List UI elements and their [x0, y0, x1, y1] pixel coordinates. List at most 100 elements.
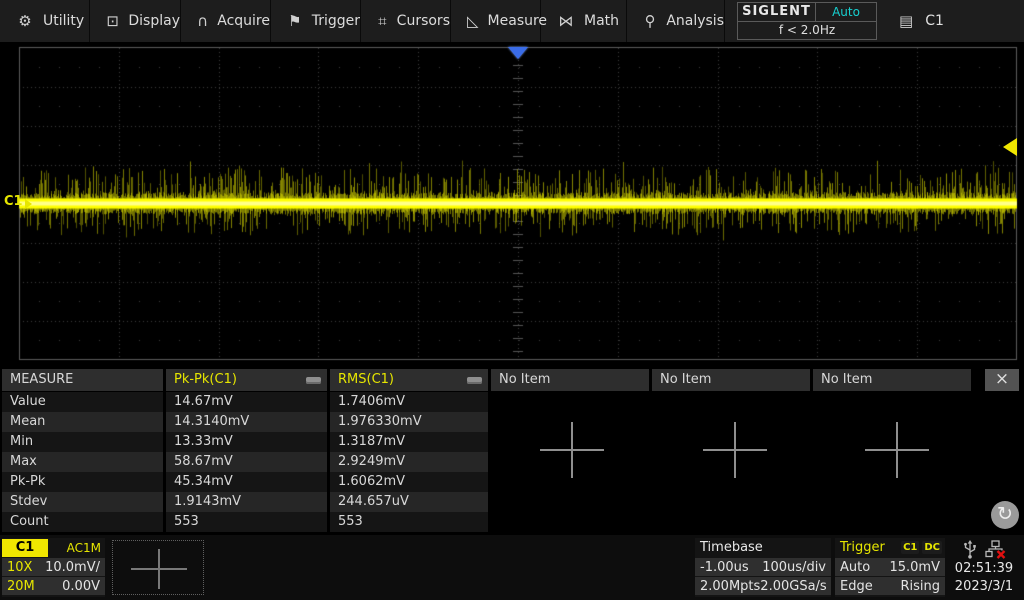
pkpk-mean: 14.3140mV — [166, 412, 327, 432]
add-measurement-button[interactable] — [540, 422, 604, 478]
trigger-panel[interactable]: Trigger C1 DC Auto 15.0mV Edge Rising — [835, 538, 945, 597]
waveform-canvas[interactable] — [0, 45, 1024, 368]
remove-measurement-icon[interactable] — [306, 377, 321, 384]
vertical-offset: 0.00V — [62, 579, 100, 594]
list-icon: ▤ — [899, 12, 913, 30]
rms-min: 1.3187mV — [330, 432, 488, 452]
memory-depth: 2.00Mpts — [700, 579, 760, 594]
usb-icon — [963, 540, 977, 559]
row-label: Stdev — [2, 492, 163, 512]
channel1-badge[interactable]: C1 — [2, 539, 48, 557]
menu-label: Utility — [43, 13, 84, 29]
table-row: Stdev 1.9143mV 244.657uV — [0, 492, 1024, 512]
menu-item-measure[interactable]: ◺ Measure — [451, 0, 541, 42]
close-measure-panel-button[interactable]: × — [985, 369, 1019, 391]
table-row: Count 553 553 — [0, 512, 1024, 532]
measure-col2-header[interactable]: RMS(C1) — [330, 369, 488, 391]
menu-label: Math — [584, 13, 619, 29]
acquisition-status-box: SIGLENT Auto f < 2.0Hz — [737, 2, 877, 40]
vertical-scale: 10.0mV/ — [45, 560, 100, 575]
row-label: Value — [2, 392, 163, 412]
rms-count: 553 — [330, 512, 488, 532]
channel-arrow-icon — [25, 199, 32, 209]
measure-empty-slot[interactable]: No Item — [652, 369, 810, 391]
pkpk-stdev: 1.9143mV — [166, 492, 327, 512]
pkpk-count: 553 — [166, 512, 327, 532]
timebase-title: Timebase — [695, 538, 831, 557]
channel-menu-label: C1 — [925, 13, 944, 29]
timebase-scale: 100us/div — [762, 560, 826, 575]
trigger-delay: -1.00us — [700, 560, 749, 575]
trigger-type: Edge — [840, 579, 873, 594]
measure-col1-header[interactable]: Pk-Pk(C1) — [166, 369, 327, 391]
rms-pkpk: 1.6062mV — [330, 472, 488, 492]
clock-date: 2023/3/1 — [955, 578, 1013, 596]
menu-label: Acquire — [217, 13, 270, 29]
measurement-panel: MEASURE Pk-Pk(C1) RMS(C1) No Item No Ite… — [0, 366, 1024, 535]
ruler-icon: ◺ — [467, 12, 479, 30]
add-measurement-button[interactable] — [703, 422, 767, 478]
channel-offset-marker[interactable]: C1 — [4, 193, 32, 209]
remove-measurement-icon[interactable] — [467, 377, 482, 384]
display-icon: ⊡ — [106, 12, 119, 30]
menu-bar: ⚙ Utility ⊡ Display ∩ Acquire ⚑ Trigger … — [0, 0, 1024, 42]
cursors-grid-icon: ⌗ — [377, 12, 388, 30]
table-row: Value 14.67mV 1.7406mV — [0, 392, 1024, 412]
sample-rate: 2.00GSa/s — [760, 579, 826, 594]
trigger-level: 15.0mV — [889, 560, 940, 575]
menu-item-analysis[interactable]: ⚲ Analysis — [627, 0, 725, 42]
bandwidth-limit: 20M — [7, 579, 35, 594]
trigger-slope: Rising — [900, 579, 940, 594]
pkpk-value: 14.67mV — [166, 392, 327, 412]
menu-item-display[interactable]: ⊡ Display — [90, 0, 181, 42]
menu-item-acquire[interactable]: ∩ Acquire — [181, 0, 271, 42]
timebase-panel[interactable]: Timebase -1.00us 100us/div 2.00Mpts 2.00… — [695, 538, 831, 597]
rms-stdev: 244.657uV — [330, 492, 488, 512]
measure-empty-slot[interactable]: No Item — [491, 369, 649, 391]
measure-col2-label: RMS(C1) — [338, 372, 394, 387]
waveform-display: C1 — [0, 45, 1024, 368]
analysis-icon: ⚲ — [643, 12, 657, 30]
flag-icon: ⚑ — [287, 12, 303, 30]
rms-value: 1.7406mV — [330, 392, 488, 412]
trigger-source-badge: C1 — [901, 541, 919, 554]
menu-item-cursors[interactable]: ⌗ Cursors — [361, 0, 451, 42]
add-measurement-button[interactable] — [865, 422, 929, 478]
siglent-logo: SIGLENT — [738, 3, 816, 21]
menu-item-math[interactable]: ⋈ Math — [541, 0, 627, 42]
clock-time: 02:51:39 — [955, 560, 1013, 578]
measure-header-row: MEASURE Pk-Pk(C1) RMS(C1) No Item No Ite… — [0, 369, 1024, 391]
menu-label: Trigger — [312, 13, 360, 29]
channel1-panel[interactable]: C1 AC1M 10X 10.0mV/ 20M 0.00V — [2, 538, 105, 597]
rms-mean: 1.976330mV — [330, 412, 488, 432]
trigger-title: Trigger — [840, 540, 885, 555]
system-status-area: 02:51:39 2023/3/1 — [948, 538, 1020, 597]
row-label: Pk-Pk — [2, 472, 163, 492]
pkpk-pkpk: 45.34mV — [166, 472, 327, 492]
acquire-icon: ∩ — [197, 12, 208, 30]
trigger-mode: Auto — [840, 560, 870, 575]
menu-item-trigger[interactable]: ⚑ Trigger — [271, 0, 361, 42]
trigger-position-marker[interactable] — [508, 47, 528, 59]
row-label: Min — [2, 432, 163, 452]
oscilloscope-screen: ⚙ Utility ⊡ Display ∩ Acquire ⚑ Trigger … — [0, 0, 1024, 600]
channel-offset-label: C1 — [4, 194, 23, 209]
measure-col1-label: Pk-Pk(C1) — [174, 372, 237, 387]
gear-icon: ⚙ — [16, 12, 34, 30]
add-channel-button[interactable] — [112, 540, 204, 595]
acquisition-mode-status: Auto — [816, 3, 876, 21]
reset-statistics-button[interactable]: ↻ — [991, 501, 1019, 529]
menu-item-utility[interactable]: ⚙ Utility — [0, 0, 90, 42]
trigger-coupling-badge: DC — [922, 541, 942, 554]
pkpk-max: 58.67mV — [166, 452, 327, 472]
lan-disconnected-icon — [985, 540, 1006, 559]
row-label: Mean — [2, 412, 163, 432]
measure-empty-slot[interactable]: No Item — [813, 369, 971, 391]
rms-max: 2.9249mV — [330, 452, 488, 472]
math-icon: ⋈ — [557, 12, 575, 30]
channel1-coupling: AC1M — [67, 541, 105, 555]
trigger-level-marker[interactable] — [1003, 138, 1017, 156]
bottom-status-bar: C1 AC1M 10X 10.0mV/ 20M 0.00V Timebase -… — [0, 535, 1024, 600]
row-label: Count — [2, 512, 163, 532]
channel-setup-menu[interactable]: ▤ C1 — [899, 0, 944, 42]
